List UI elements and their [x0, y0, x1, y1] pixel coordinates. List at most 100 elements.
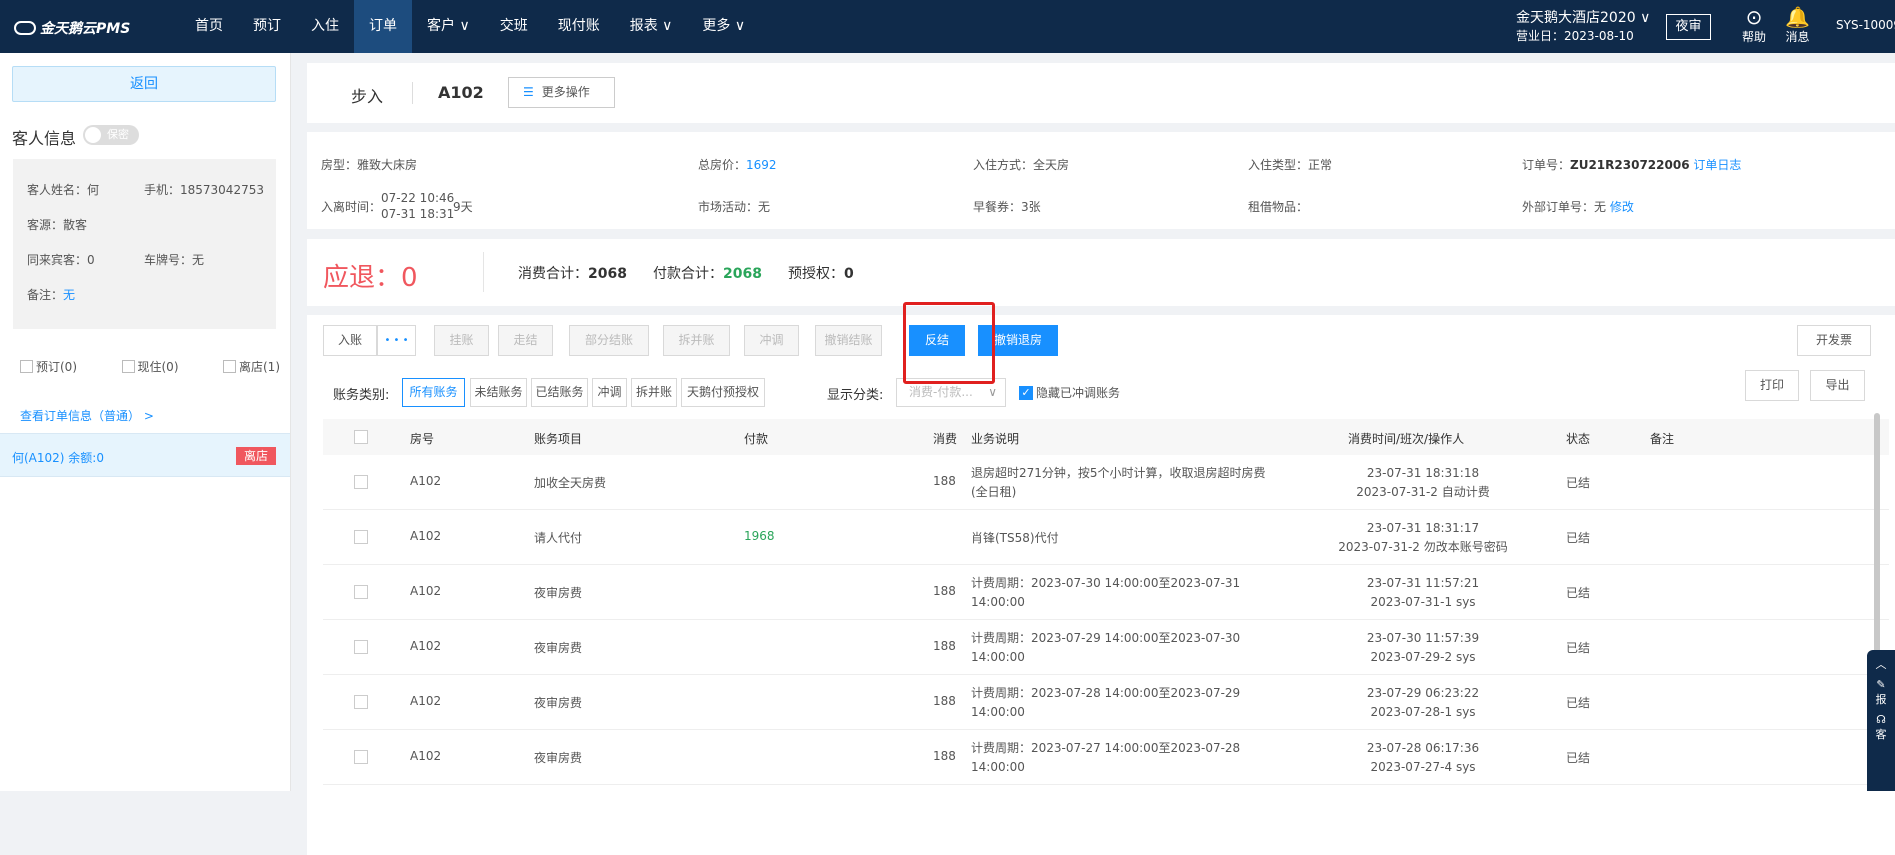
nav-reports[interactable]: 报表 ∨	[615, 0, 688, 53]
nav-customers[interactable]: 客户 ∨	[412, 0, 485, 53]
filter-staying[interactable]: 现住(0)	[121, 358, 179, 375]
nav-shift[interactable]: 交班	[485, 0, 543, 53]
highlight-box	[903, 302, 995, 384]
partial-checkout-button[interactable]: 部分结账	[569, 325, 649, 356]
tab-adjust[interactable]: 冲调	[592, 378, 627, 407]
cell-room: A102	[410, 639, 442, 653]
nav-home[interactable]: 首页	[180, 0, 238, 53]
invoice-button[interactable]: 开发票	[1797, 325, 1871, 356]
tab-split-merge[interactable]: 拆并账	[631, 378, 677, 407]
room-list-item[interactable]: 何(A102) 余额:0 离店	[0, 433, 290, 477]
checkbox[interactable]	[20, 360, 33, 373]
tab-settled[interactable]: 已结账务	[531, 378, 588, 407]
guest-remark: 备注：无	[27, 288, 76, 302]
nav-reservation[interactable]: 预订	[238, 0, 296, 53]
cell-time-operator: 23-07-31 11:57:21 2023-07-31-1 sys	[1366, 576, 1480, 609]
status-badge: 离店	[236, 447, 276, 465]
row-checkbox[interactable]	[354, 750, 368, 764]
cell-room: A102	[410, 474, 442, 488]
cell-item: 夜审房费	[534, 696, 583, 710]
tab-unsettled[interactable]: 未结账务	[470, 378, 527, 407]
view-order-info-link[interactable]: 查看订单信息（普通） >	[20, 407, 154, 424]
help-button[interactable]: ⊙ 帮助	[1742, 6, 1766, 45]
nav-checkin[interactable]: 入住	[296, 0, 354, 53]
row-checkbox[interactable]	[354, 530, 368, 544]
cell-item: 加收全天房费	[534, 476, 607, 490]
table-row[interactable]: A102 夜审房费 188 计费周期：2023-07-30 14:00:00至2023…	[323, 565, 1889, 620]
top-navigation-bar: 金天鹅云PMS 首页 预订 入住 订单 客户 ∨ 交班 现付账 报表 ∨ 更多 …	[0, 0, 1895, 53]
nav-cash-account[interactable]: 现付账	[543, 0, 615, 53]
undo-checkout-button[interactable]: 撤销结账	[815, 325, 882, 356]
table-row[interactable]: A102 夜审房费 188 计费周期：2023-07-29 14:00:00至2023…	[323, 620, 1889, 675]
rental-items: 租借物品：	[1248, 200, 1309, 214]
filter-reserved[interactable]: 预订(0)	[20, 358, 77, 375]
table-row[interactable]: A102 夜审房费 188 计费周期：2023-07-28 14:00:00至2023…	[323, 675, 1889, 730]
table-row[interactable]: A102 夜审房费 188 计费周期：2023-07-27 14:00:00至2023…	[323, 730, 1889, 785]
display-category-label: 显示分类:	[827, 388, 884, 403]
nav-orders[interactable]: 订单	[354, 0, 412, 53]
hotel-selector[interactable]: 金天鹅大酒店2020 ∨ 营业日：2023-08-10	[1516, 9, 1650, 45]
cell-item: 夜审房费	[534, 751, 583, 765]
night-audit-button[interactable]: 夜审	[1666, 14, 1711, 40]
user-account[interactable]: SYS-10009	[1836, 18, 1895, 32]
more-actions-button[interactable]: ☰ 更多操作	[508, 77, 615, 108]
post-charge-button[interactable]: 入账	[323, 325, 377, 356]
consume-total: 消费合计：2068	[518, 266, 627, 282]
messages-button[interactable]: 🔔 消息	[1785, 6, 1810, 45]
hang-account-button[interactable]: 挂账	[434, 325, 489, 356]
guest-phone: 手机：18573042753	[144, 183, 264, 197]
cell-consumption: 188	[933, 584, 956, 598]
divider	[412, 82, 413, 104]
guest-source: 客源：散客	[27, 218, 88, 232]
order-log-link[interactable]: 订单日志	[1693, 158, 1741, 172]
col-item: 账务项目	[534, 432, 583, 446]
room-entry-label: 何(A102) 余额:0	[12, 451, 104, 465]
split-merge-button[interactable]: 拆并账	[663, 325, 730, 356]
app-logo[interactable]: 金天鹅云PMS	[14, 18, 130, 38]
hide-adjusted-checkbox[interactable]: ✓ 隐藏已冲调账务	[1019, 384, 1120, 401]
order-header: 步入 A102 ☰ 更多操作	[307, 63, 1895, 123]
market-activity: 市场活动：无	[698, 200, 771, 214]
external-order: 外部订单号：无 修改	[1522, 200, 1634, 214]
adjust-button[interactable]: 冲调	[744, 325, 799, 356]
preauth-total: 预授权：0	[788, 266, 854, 282]
cell-consumption: 188	[933, 694, 956, 708]
collapse-icon[interactable]: ︿	[1867, 656, 1895, 672]
report-link[interactable]: 报	[1867, 691, 1895, 707]
tab-swan-preauth[interactable]: 天鹅付预授权	[681, 378, 765, 407]
cell-time-operator: 23-07-28 06:17:36 2023-07-27-4 sys	[1366, 741, 1480, 774]
room-type: 房型：雅致大床房	[321, 158, 418, 172]
export-button[interactable]: 导出	[1810, 370, 1865, 401]
privacy-toggle[interactable]: 保密	[83, 125, 139, 145]
order-source: 步入	[351, 87, 384, 106]
row-checkbox[interactable]	[354, 640, 368, 654]
headset-icon[interactable]: ☊	[1867, 713, 1895, 726]
guest-name: 客人姓名：何	[27, 183, 100, 197]
left-panel: 返回 客人信息 保密 客人姓名：何 手机：18573042753 客源：散客 同…	[0, 53, 291, 791]
checkbox[interactable]	[121, 360, 135, 373]
select-all-checkbox[interactable]	[354, 430, 368, 444]
remark-link[interactable]: 无	[63, 288, 75, 302]
nav-more[interactable]: 更多 ∨	[687, 0, 760, 53]
filter-departed[interactable]: 离店(1)	[223, 358, 280, 375]
row-checkbox[interactable]	[354, 475, 368, 489]
print-button[interactable]: 打印	[1745, 370, 1799, 401]
wrench-icon[interactable]: ✎	[1867, 678, 1895, 691]
row-checkbox[interactable]	[354, 695, 368, 709]
edit-external-order-link[interactable]: 修改	[1610, 200, 1634, 214]
cloud-icon	[14, 21, 36, 35]
table-row[interactable]: A102 请人代付 1968 肖锋(TS58)代付 23-07-31 18:31:17 2…	[323, 510, 1889, 565]
cell-status: 已结	[1566, 696, 1591, 710]
checkout-button[interactable]: 走结	[498, 325, 553, 356]
tab-all[interactable]: 所有账务	[402, 378, 465, 407]
more-dots-button[interactable]: • • •	[377, 325, 416, 356]
guest-info-box: 客人姓名：何 手机：18573042753 客源：散客 同来宾客：0 车牌号：无…	[13, 159, 276, 329]
cell-status: 已结	[1566, 586, 1591, 600]
col-remark: 备注	[1650, 432, 1675, 446]
row-checkbox[interactable]	[354, 585, 368, 599]
table-row[interactable]: A102 加收全天房费 188 退房超时271分钟，按5个小时计算，收取退房超时房费(…	[323, 455, 1889, 510]
back-button[interactable]: 返回	[12, 66, 276, 102]
service-link[interactable]: 客	[1867, 726, 1895, 742]
checkbox[interactable]	[223, 360, 236, 373]
cell-description: 肖锋(TS58)代付	[971, 531, 1059, 545]
